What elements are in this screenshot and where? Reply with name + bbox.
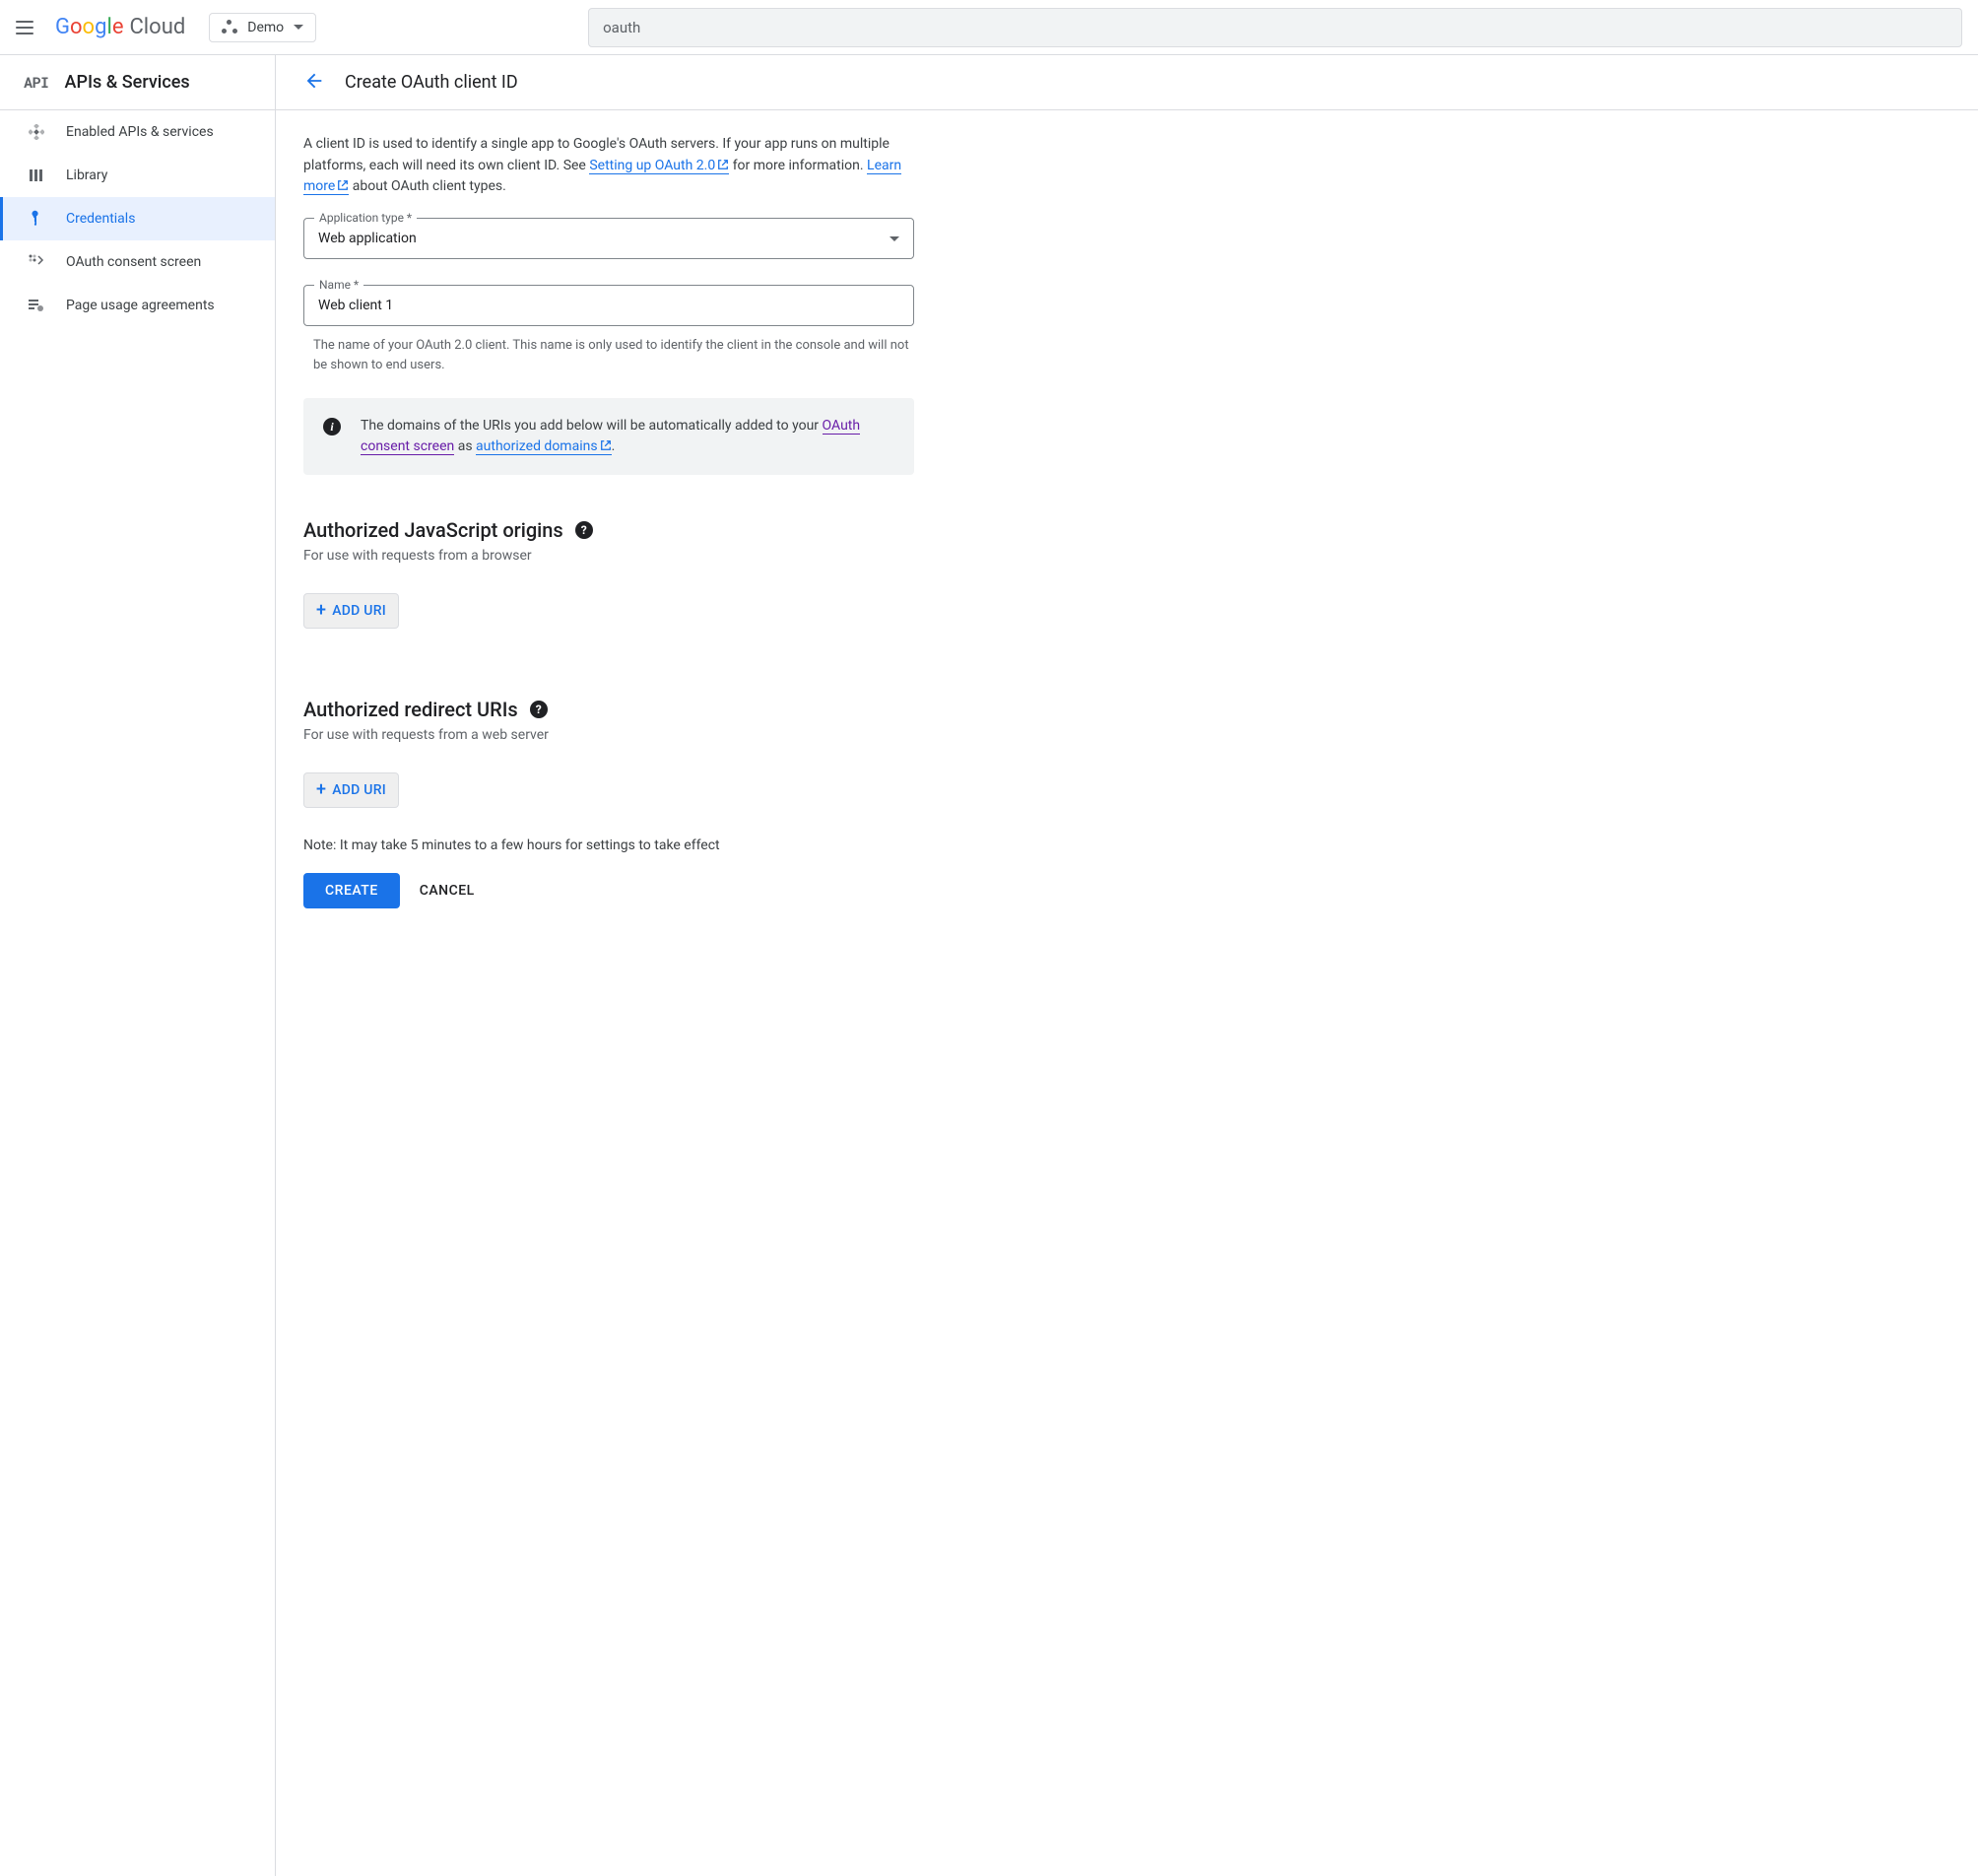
add-uri-label: ADD URI (332, 782, 386, 798)
help-icon[interactable]: ? (530, 701, 548, 718)
sidebar-item-label: Library (66, 168, 107, 183)
info-box: i The domains of the URIs you add below … (303, 398, 914, 475)
external-link-icon (337, 179, 349, 191)
application-type-field: Application type * Web application (303, 218, 914, 259)
sidebar-item-enabled-apis[interactable]: Enabled APIs & services (0, 110, 275, 154)
info-text: The domains of the URIs you add below wi… (361, 416, 894, 457)
external-link-icon (717, 159, 729, 170)
link-setting-up-oauth[interactable]: Setting up OAuth 2.0 (589, 158, 729, 174)
redirect-uris-heading: Authorized redirect URIs (303, 698, 518, 721)
sidebar-item-label: Page usage agreements (66, 298, 215, 313)
search-input[interactable] (588, 8, 1962, 47)
main-content: Create OAuth client ID A client ID is us… (276, 55, 1978, 1876)
create-button[interactable]: CREATE (303, 873, 400, 908)
project-icon (222, 20, 237, 35)
intro-paragraph: A client ID is used to identify a single… (303, 134, 914, 198)
list-gear-icon (27, 296, 46, 315)
main-header: Create OAuth client ID (276, 55, 1978, 110)
add-js-origin-button[interactable]: + ADD URI (303, 593, 399, 629)
name-input[interactable] (304, 286, 913, 325)
api-badge-icon: API (24, 73, 49, 93)
info-icon: i (323, 418, 341, 436)
redirect-uris-subtitle: For use with requests from a web server (303, 727, 914, 743)
logo-cloud-text: Cloud (129, 15, 185, 39)
nav-menu-button[interactable] (16, 16, 39, 39)
js-origins-heading: Authorized JavaScript origins (303, 518, 563, 542)
sidebar-item-label: Enabled APIs & services (66, 124, 214, 140)
external-link-icon (600, 439, 612, 451)
application-type-value: Web application (318, 231, 417, 246)
add-redirect-uri-button[interactable]: + ADD URI (303, 772, 399, 808)
key-icon (27, 209, 46, 229)
name-label: Name * (314, 278, 363, 292)
search-container (588, 8, 1962, 47)
link-authorized-domains[interactable]: authorized domains (476, 438, 612, 455)
application-type-label: Application type * (314, 211, 417, 225)
consent-icon (27, 252, 46, 272)
global-header: Google Cloud Demo (0, 0, 1978, 55)
js-origins-subtitle: For use with requests from a browser (303, 548, 914, 564)
caret-down-icon (890, 236, 899, 241)
intro-text-post: about OAuth client types. (353, 178, 506, 194)
page-title: Create OAuth client ID (345, 72, 518, 93)
sidebar-title: APIs & Services (65, 72, 190, 93)
back-arrow-button[interactable] (303, 70, 325, 96)
intro-text-mid: for more information. (733, 158, 867, 173)
sidebar-item-label: Credentials (66, 211, 135, 227)
sidebar-item-oauth-consent[interactable]: OAuth consent screen (0, 240, 275, 284)
cancel-button[interactable]: CANCEL (420, 883, 475, 899)
delay-note: Note: It may take 5 minutes to a few hou… (303, 838, 914, 853)
caret-down-icon (294, 25, 303, 30)
project-name-label: Demo (247, 20, 284, 35)
sidebar: API APIs & Services Enabled APIs & servi… (0, 55, 276, 1876)
sidebar-nav: Enabled APIs & services Library Credenti… (0, 110, 275, 327)
name-helper-text: The name of your OAuth 2.0 client. This … (313, 336, 914, 374)
plus-icon: + (316, 781, 326, 799)
library-icon (27, 166, 46, 185)
application-type-select[interactable]: Web application (304, 219, 913, 258)
sidebar-item-credentials[interactable]: Credentials (0, 197, 275, 240)
name-field: Name * (303, 285, 914, 326)
diamond-icon (27, 122, 46, 142)
sidebar-header: API APIs & Services (0, 55, 275, 110)
add-uri-label: ADD URI (332, 603, 386, 619)
sidebar-item-library[interactable]: Library (0, 154, 275, 197)
project-selector[interactable]: Demo (209, 13, 316, 42)
form-actions: CREATE CANCEL (303, 873, 914, 908)
help-icon[interactable]: ? (575, 521, 593, 539)
sidebar-item-label: OAuth consent screen (66, 254, 201, 270)
google-cloud-logo[interactable]: Google Cloud (55, 15, 185, 39)
sidebar-item-page-usage[interactable]: Page usage agreements (0, 284, 275, 327)
plus-icon: + (316, 602, 326, 620)
